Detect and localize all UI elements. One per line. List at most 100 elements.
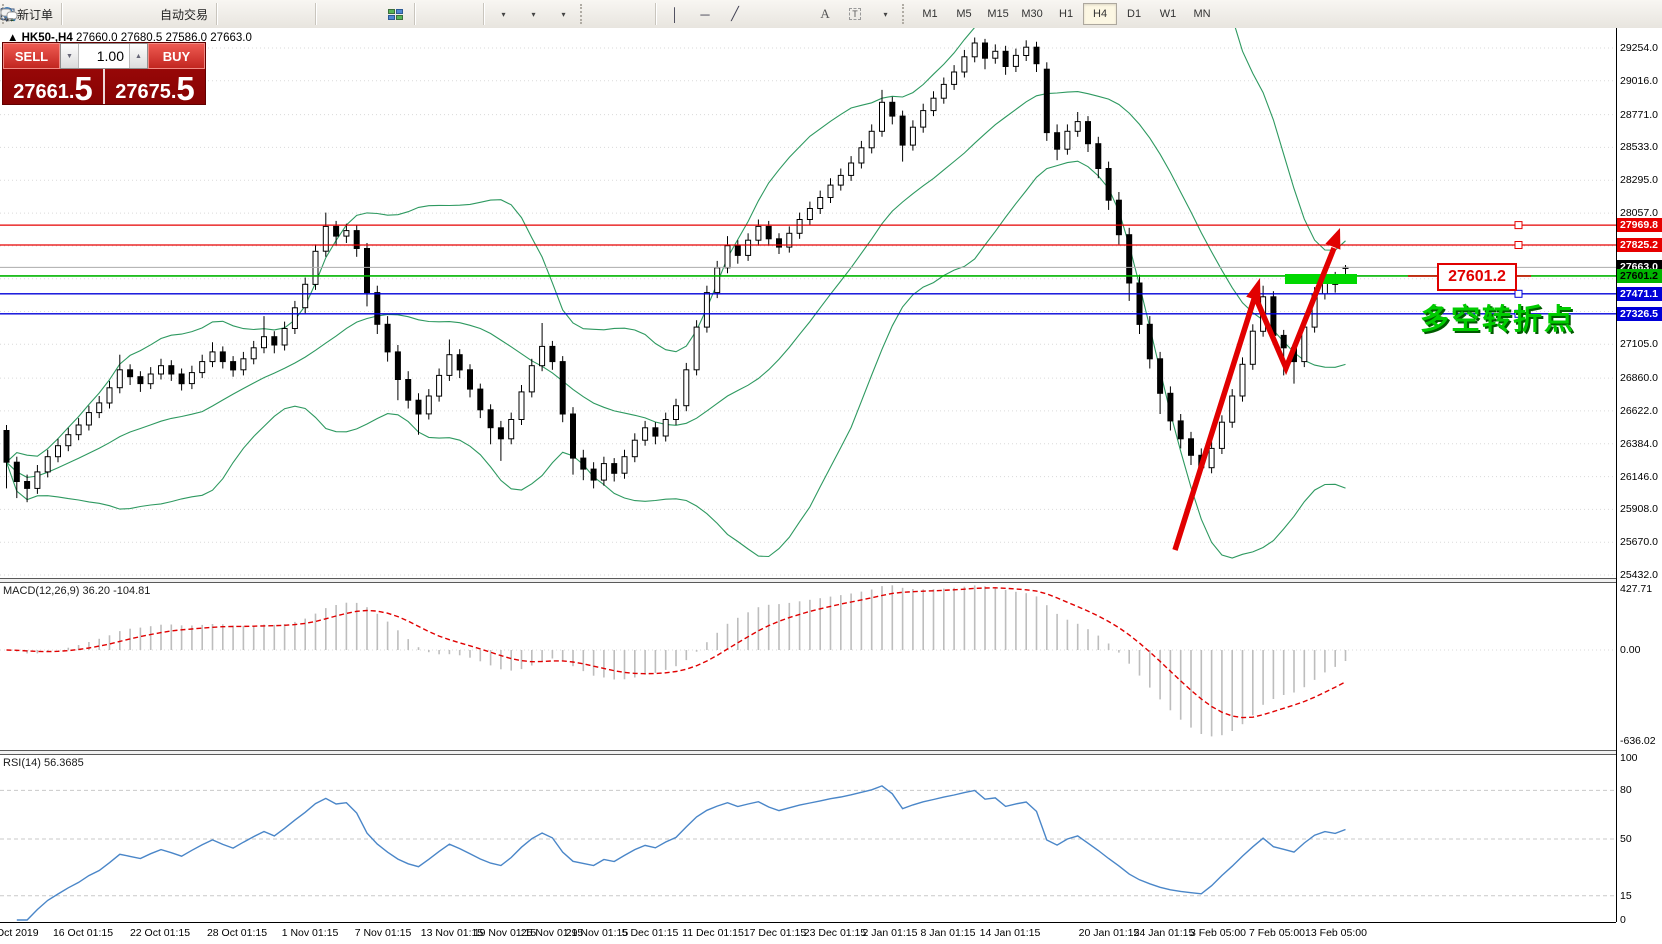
tf-button-M15[interactable]: M15	[981, 3, 1015, 25]
candlestick	[817, 197, 824, 209]
one-click-trading-panel: SELL ▼ 1.00 ▲ BUY 27661. 5 27675. 5	[2, 42, 206, 105]
candlestick	[1136, 282, 1143, 325]
candlestick	[539, 345, 546, 367]
candlestick	[1095, 143, 1102, 169]
tf-button-M1[interactable]: M1	[913, 3, 947, 25]
crosshair-button[interactable]	[1, 2, 651, 26]
chat-icon	[0, 8, 18, 22]
tf-button-H1[interactable]: H1	[1049, 3, 1083, 25]
vertical-line-tool[interactable]: │	[660, 2, 690, 26]
zoom-out-button[interactable]	[1, 2, 380, 26]
candlestick	[909, 126, 916, 146]
candlestick	[570, 413, 576, 459]
price-tick-label: 28295.0	[1620, 174, 1658, 187]
candlestick	[631, 439, 638, 458]
candlestick	[415, 399, 422, 415]
candlestick	[1229, 395, 1236, 423]
cursor-button[interactable]	[3, 2, 621, 26]
price-axis[interactable]: 29254.0 29016.0 28771.0 28533.0 28295.0 28057…	[1617, 28, 1662, 926]
price-line-label: 27969.8	[1617, 218, 1662, 233]
fibonacci-tool[interactable]: F	[1, 2, 810, 26]
horizontal-line-tool[interactable]: ─	[690, 2, 720, 26]
tf-button-M5[interactable]: M5	[947, 3, 981, 25]
time-tick-label: 8 Jan 01:15	[920, 927, 976, 939]
macd-panel[interactable]	[0, 583, 1616, 750]
line-handle[interactable]	[1514, 221, 1523, 230]
price-tick-label: 26146.0	[1620, 470, 1658, 483]
candlestick	[673, 405, 679, 421]
sell-button[interactable]: SELL	[3, 43, 60, 69]
candlestick	[343, 230, 350, 237]
tf-button-H4[interactable]: H4	[1083, 3, 1118, 25]
candlestick	[930, 97, 937, 112]
candlestick	[261, 336, 267, 349]
macd-tick-label: -636.02	[1620, 735, 1656, 748]
zoom-in-button[interactable]	[1, 2, 350, 26]
candlestick	[230, 361, 237, 371]
macd-tick-label: 427.71	[1620, 582, 1653, 595]
candlestick	[848, 162, 855, 176]
chevron-down-icon: ▾	[531, 9, 536, 19]
candlestick	[75, 424, 82, 436]
tile-windows-button[interactable]	[380, 2, 410, 26]
candlestick	[374, 292, 381, 325]
tf-button-MN[interactable]: MN	[1185, 3, 1219, 25]
price-tick-label: 25432.0	[1620, 569, 1658, 582]
volume-input[interactable]: 1.00	[79, 44, 129, 68]
text-label-tool[interactable]: T	[840, 2, 870, 26]
chat-button[interactable]	[0, 2, 1654, 26]
tf-button-W1[interactable]: W1	[1151, 3, 1185, 25]
search-button[interactable]	[1, 2, 1624, 26]
templates-button[interactable]: ▾	[0, 2, 578, 26]
new-order-button[interactable]: 新订单	[1, 2, 57, 26]
main-price-chart[interactable]	[0, 28, 1616, 578]
candlestick	[487, 409, 494, 429]
tf-button-M30[interactable]: M30	[1015, 3, 1049, 25]
candlestick	[1208, 447, 1215, 469]
text-tool[interactable]: A	[810, 2, 840, 26]
trendline-tool[interactable]: ╱	[720, 2, 750, 26]
candlestick	[137, 376, 144, 385]
equidistant-channel-tool[interactable]: E	[0, 2, 780, 26]
volume-decrease-button[interactable]: ▼	[61, 44, 79, 68]
candlestick	[889, 101, 896, 117]
candlestick	[951, 71, 958, 85]
arrows-tool[interactable]: ▾	[1, 2, 900, 26]
candlestick	[364, 248, 370, 294]
turning-point-annotation[interactable]: 多空转折点	[1420, 296, 1575, 338]
candlestick	[3, 430, 10, 463]
strategy-tester-button[interactable]	[1, 2, 479, 26]
buy-button[interactable]: BUY	[148, 43, 205, 69]
auto-trading-button[interactable]: 自动交易	[0, 2, 212, 26]
time-tick-label: 13 Feb 05:00	[1305, 927, 1367, 939]
line-chart-button[interactable]	[0, 2, 311, 26]
candlestick	[96, 402, 103, 414]
rsi-tick-label: 0	[1620, 914, 1626, 926]
price-tick-label: 26384.0	[1620, 437, 1658, 450]
new-chart-button[interactable]: ▾	[1, 2, 518, 26]
tf-button-D1[interactable]: D1	[1117, 3, 1151, 25]
time-tick-label: 10 Oct 2019	[0, 927, 39, 939]
data-window-button[interactable]	[1, 2, 449, 26]
line-handle[interactable]	[1514, 241, 1523, 249]
price-callout-label[interactable]: 27601.2	[1437, 263, 1517, 291]
candlestick	[281, 328, 288, 346]
candlestick	[899, 115, 906, 146]
time-axis[interactable]: 10 Oct 2019 16 Oct 01:15 22 Oct 01:15 28 Oc…	[0, 923, 1616, 944]
period-button[interactable]: ▾	[1, 2, 548, 26]
gold-symbols-button[interactable]	[0, 2, 96, 26]
community-button[interactable]	[0, 2, 126, 26]
candlestick	[868, 130, 875, 149]
close-value: 27663.0	[210, 32, 252, 44]
volume-increase-button[interactable]: ▲	[129, 44, 147, 68]
toolbar-grip[interactable]	[902, 4, 909, 24]
time-tick-label: 7 Feb 05:00	[1248, 927, 1306, 939]
horizontal-line-icon: ─	[700, 6, 710, 22]
price-tick-label: 28771.0	[1620, 108, 1658, 121]
green-line-label: 27601.2	[1617, 268, 1662, 283]
rsi-panel[interactable]	[0, 755, 1616, 922]
candlestick-chart-button[interactable]	[2, 2, 281, 26]
bar-chart-button[interactable]	[1, 2, 251, 26]
toolbar-grip[interactable]	[580, 4, 587, 24]
signals-button[interactable]	[5, 2, 156, 26]
